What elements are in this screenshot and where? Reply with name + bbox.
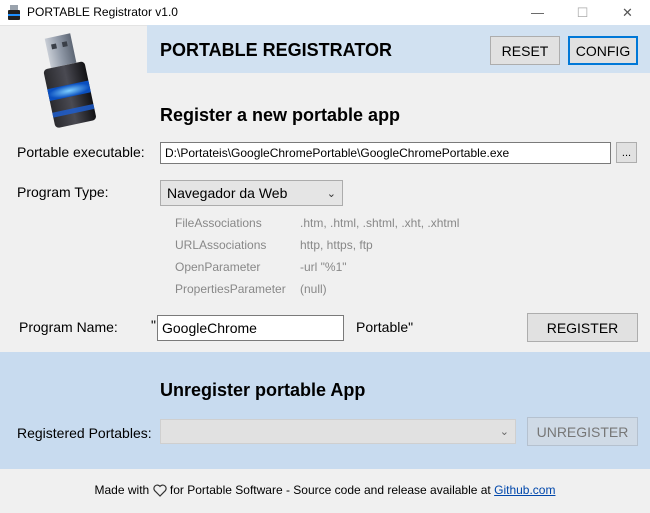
program-name-label: Program Name: [19,319,118,335]
usb-drive-icon [43,33,96,128]
footer-prefix: Made with [94,483,150,497]
github-link[interactable]: Github.com [494,483,555,497]
exe-label: Portable executable: [17,144,145,160]
register-button[interactable]: REGISTER [527,313,638,342]
unregister-section-title: Unregister portable App [160,380,366,400]
heart-icon [152,484,167,498]
exe-path-input[interactable]: D:\Portateis\GoogleChromePortable\Google… [160,142,611,164]
window-title: PORTABLE Registrator v1.0 [27,5,178,19]
chevron-down-icon: ⌄ [326,187,336,200]
registered-portables-select[interactable]: ⌄ [160,419,516,444]
property-key: FileAssociations [175,216,262,230]
minimize-button[interactable]: — [515,0,560,25]
property-key: PropertiesParameter [175,282,286,296]
config-button[interactable]: CONFIG [568,36,638,65]
name-open-quote: " [151,317,156,333]
title-bar: PORTABLE Registrator v1.0 — ☐ ✕ [0,0,650,26]
app-title: PORTABLE REGISTRATOR [160,40,393,60]
unregister-button[interactable]: UNREGISTER [527,417,638,446]
footer-text: for Portable Software - Source code and … [169,483,491,497]
registered-portables-label: Registered Portables: [17,425,152,441]
property-value: (null) [300,282,327,296]
app-window: PORTABLE Registrator v1.0 — ☐ ✕ PORTABLE… [0,0,650,513]
footer: Made with for Portable Software - Source… [0,483,650,498]
program-type-label: Program Type: [17,184,109,200]
chevron-down-icon: ⌄ [499,426,509,438]
property-key: URLAssociations [175,238,267,252]
name-suffix: Portable" [356,319,414,335]
maximize-button[interactable]: ☐ [560,0,605,25]
program-type-value: Navegador da Web [167,185,288,201]
property-value: -url "%1" [300,260,347,274]
unregister-band [0,352,650,469]
reset-button[interactable]: RESET [490,36,560,65]
program-type-select[interactable]: Navegador da Web ⌄ [160,180,343,206]
program-name-input[interactable]: GoogleChrome [157,315,344,341]
close-button[interactable]: ✕ [605,0,650,25]
browse-button[interactable]: ... [616,142,637,163]
property-value: .htm, .html, .shtml, .xht, .xhtml [300,216,460,230]
register-section-title: Register a new portable app [160,105,401,125]
property-value: http, https, ftp [300,238,373,252]
app-icon [8,5,20,20]
property-key: OpenParameter [175,260,261,274]
